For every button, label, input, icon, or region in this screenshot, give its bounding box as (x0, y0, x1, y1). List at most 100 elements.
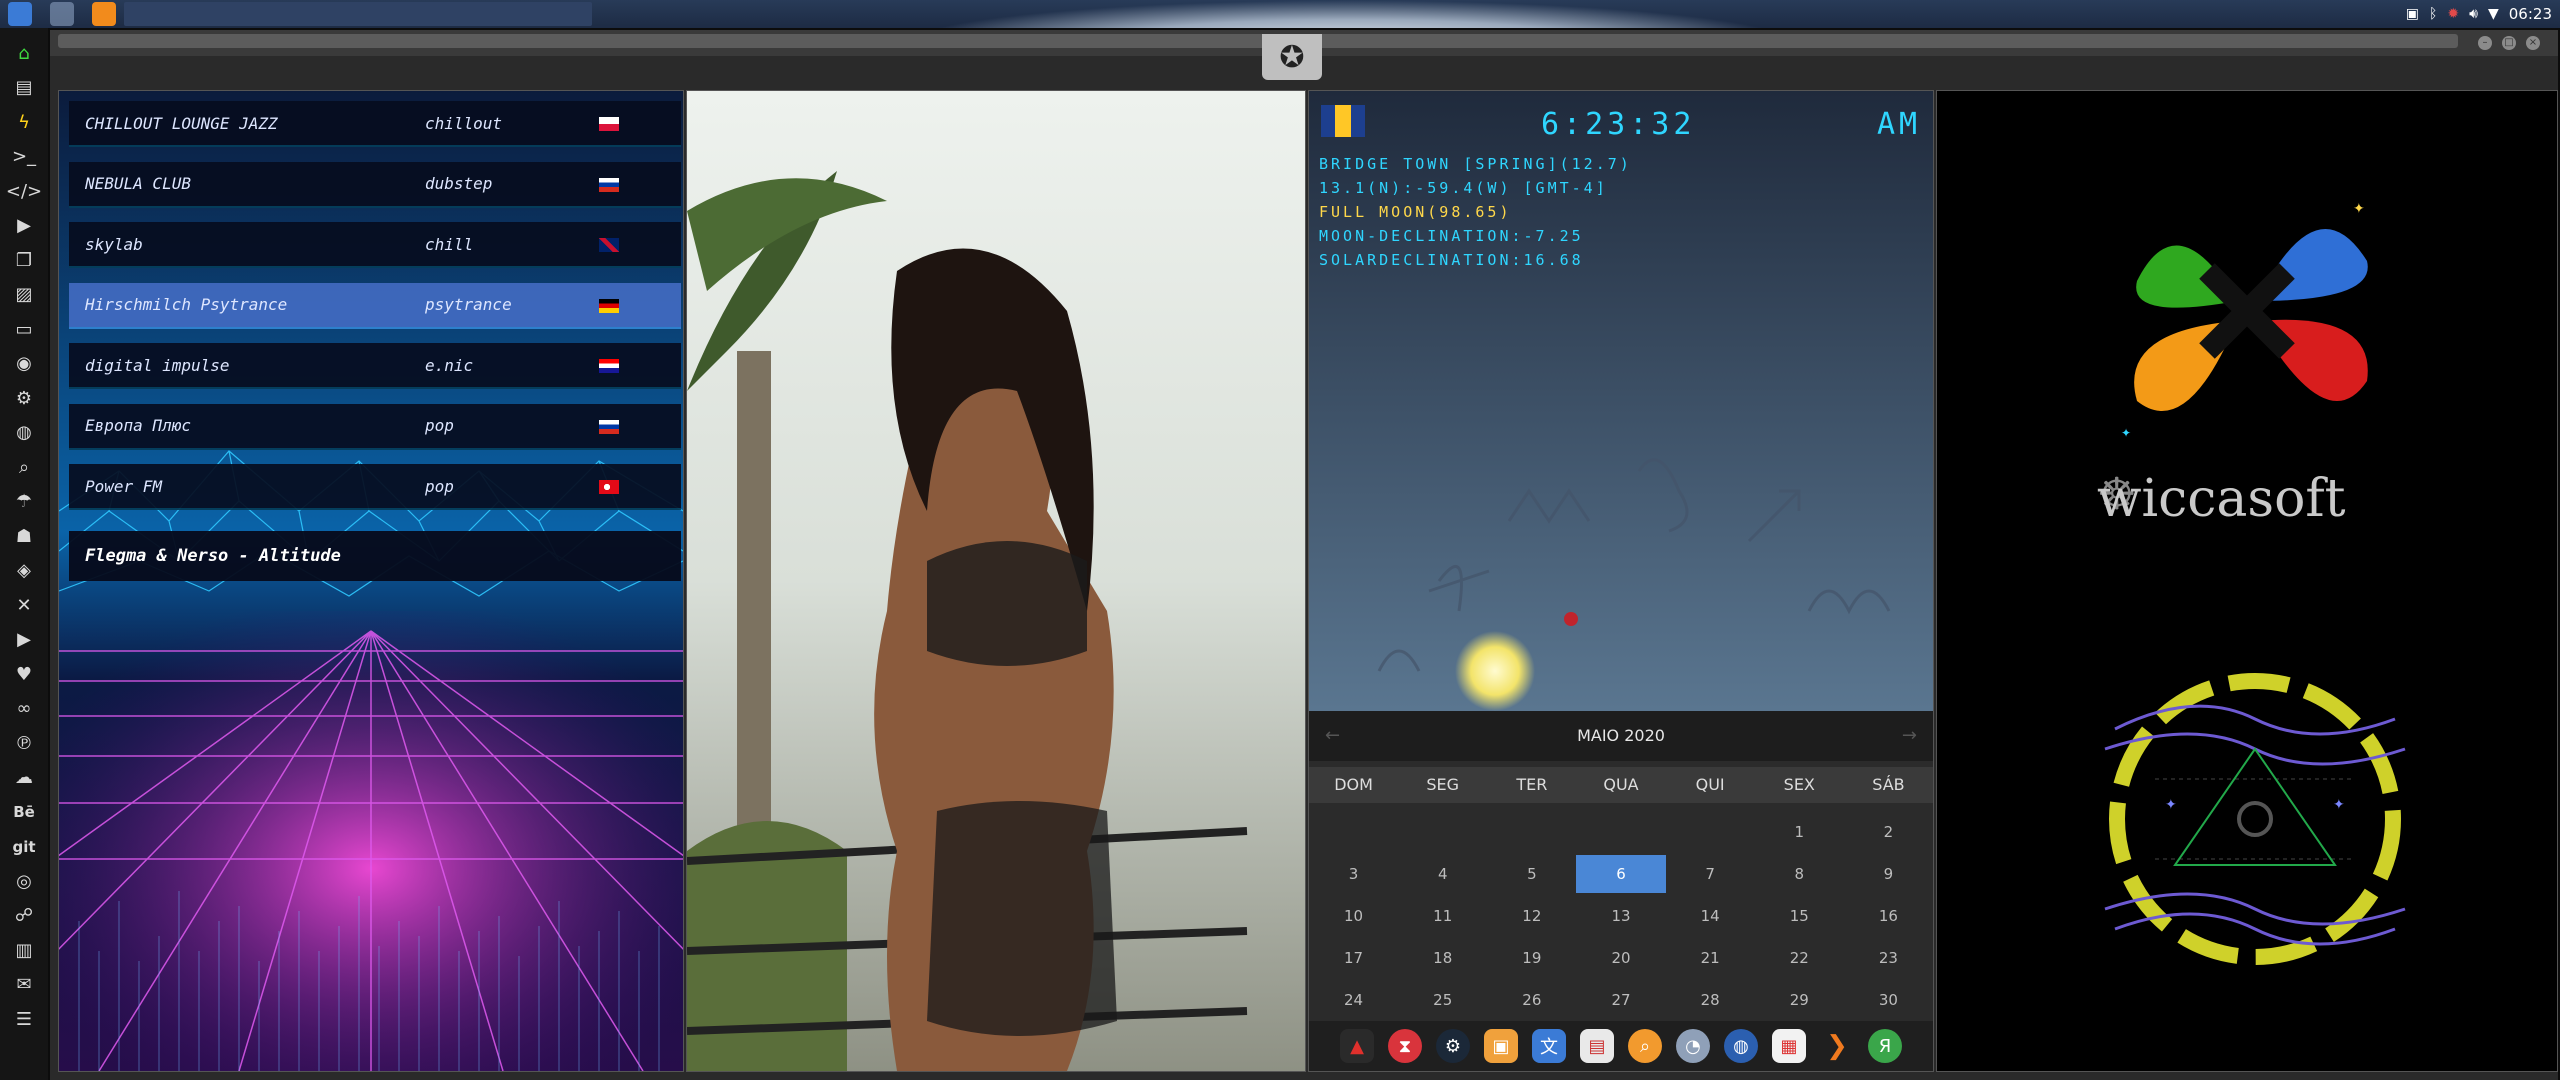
file-icon[interactable]: ▤ (0, 71, 48, 106)
image-icon[interactable]: ▣ (2406, 6, 2419, 22)
calendar-icon[interactable]: ▦ (1772, 1029, 1806, 1063)
acrobat-icon[interactable]: ▲ (1340, 1029, 1374, 1063)
chrome-icon[interactable]: ◉ (0, 347, 48, 382)
youtube-icon[interactable]: ▶ (0, 623, 48, 658)
station-row[interactable]: skylab chill (69, 222, 681, 268)
clock[interactable]: 06:23 (2509, 5, 2552, 23)
infinity-icon[interactable]: ∞ (0, 692, 48, 727)
calendar-day[interactable]: 14 (1666, 895, 1755, 937)
now-playing: Flegma & Nerso - Altitude (69, 531, 681, 581)
station-row[interactable]: NEBULA CLUB dubstep (69, 161, 681, 208)
calendar-day[interactable]: 27 (1576, 979, 1665, 1021)
bluetooth-icon[interactable]: ᛒ (2429, 6, 2437, 22)
taskbar-window-slot[interactable] (124, 2, 592, 26)
group-icon[interactable]: ☍ (0, 899, 48, 934)
code-icon[interactable]: </> (0, 174, 48, 209)
tag-icon[interactable]: ◈ (0, 554, 48, 589)
calendar-day[interactable]: 19 (1487, 937, 1576, 979)
id-card-icon[interactable]: ▭ (0, 312, 48, 347)
sublime-icon[interactable] (92, 2, 116, 26)
cloud-icon[interactable]: ☁ (0, 761, 48, 796)
calendar-day[interactable]: 26 (1487, 979, 1576, 1021)
minimize-icon[interactable]: – (2478, 36, 2492, 50)
calendar-day[interactable]: 3 (1309, 853, 1398, 895)
presentation-icon[interactable]: ▤ (1580, 1029, 1614, 1063)
wifi-icon[interactable]: ▼ (2488, 6, 2499, 22)
search-icon[interactable]: ⌕ (0, 450, 48, 485)
rebel-logo-icon[interactable]: ✪ (1262, 34, 1322, 80)
station-row[interactable]: Европа Плюс pop (69, 403, 681, 450)
calendar-day[interactable]: 18 (1398, 937, 1487, 979)
calendar-day[interactable]: 9 (1844, 853, 1933, 895)
calendar-day[interactable]: 20 (1576, 937, 1665, 979)
translate-icon[interactable]: 文 (1532, 1029, 1566, 1063)
heart-icon[interactable]: ♥ (0, 657, 48, 692)
gear-icon[interactable]: ⚙ (0, 381, 48, 416)
github-icon[interactable]: ◎ (0, 864, 48, 899)
alert-icon[interactable]: ✹ (2447, 6, 2459, 22)
arrow-icon[interactable]: ❯ (1820, 1029, 1854, 1063)
calendar-day[interactable]: 16 (1844, 895, 1933, 937)
calendar-day[interactable]: 1 (1755, 811, 1844, 853)
umbrella-icon[interactable]: ☂ (0, 485, 48, 520)
calendar-day[interactable]: 24 (1309, 979, 1398, 1021)
titlebar-track (58, 34, 2458, 48)
calendar-day[interactable]: 10 (1309, 895, 1398, 937)
prev-month-button[interactable]: ← (1325, 711, 1340, 761)
file-manager-icon[interactable] (8, 2, 32, 26)
map-icon[interactable]: ▥ (0, 933, 48, 968)
behance-icon[interactable]: Bē (0, 795, 48, 830)
hourglass-icon[interactable]: ⧗ (1388, 1029, 1422, 1063)
calendar-day[interactable]: 28 (1666, 979, 1755, 1021)
calendar-day[interactable]: 25 (1398, 979, 1487, 1021)
calendar-day[interactable]: 30 (1844, 979, 1933, 1021)
calendar-day[interactable]: 23 (1844, 937, 1933, 979)
next-month-button[interactable]: → (1902, 711, 1917, 761)
git-icon[interactable]: git (0, 830, 48, 865)
terminal-icon[interactable]: >_ (0, 140, 48, 175)
station-row[interactable]: digital impulse e.nic (69, 343, 681, 389)
station-row[interactable]: CHILLOUT LOUNGE JAZZ chillout (69, 101, 681, 147)
steam-icon[interactable]: ⚙ (1436, 1029, 1470, 1063)
station-row[interactable]: Hirschmilch Psytrance psytrance (69, 282, 681, 329)
clock-icon[interactable]: ◔ (1676, 1029, 1710, 1063)
calendar-day[interactable]: 2 (1844, 811, 1933, 853)
barbados-flag-icon (1321, 105, 1365, 137)
globe-icon[interactable]: ◍ (0, 416, 48, 451)
tools-icon[interactable]: ✕ (0, 588, 48, 623)
photos-icon[interactable]: ▣ (1484, 1029, 1518, 1063)
calendar-day[interactable]: 11 (1398, 895, 1487, 937)
flag-icon (599, 238, 619, 252)
calendar-day[interactable]: 12 (1487, 895, 1576, 937)
search-icon[interactable]: ⌕ (1628, 1029, 1662, 1063)
globe-icon[interactable]: ◍ (1724, 1029, 1758, 1063)
image-icon[interactable]: ▨ (0, 278, 48, 313)
maximize-icon[interactable]: □ (2502, 36, 2516, 50)
calendar-day[interactable]: 4 (1398, 853, 1487, 895)
calendar-day[interactable]: 15 (1755, 895, 1844, 937)
yandex-icon[interactable]: Я (1868, 1029, 1902, 1063)
calendar-day[interactable]: 21 (1666, 937, 1755, 979)
list-icon[interactable]: ☰ (0, 1002, 48, 1037)
home-icon[interactable]: ⌂ (0, 36, 48, 71)
play-icon[interactable]: ▶ (0, 209, 48, 244)
pinterest-icon[interactable]: ℗ (0, 726, 48, 761)
volume-icon[interactable]: 🔊︎ (2469, 6, 2478, 22)
station-genre: chill (425, 234, 474, 254)
calendar-day[interactable]: 13 (1576, 895, 1665, 937)
calendar-day[interactable]: 7 (1666, 853, 1755, 895)
weekday-label: QUA (1603, 775, 1639, 794)
app-icon[interactable] (50, 2, 74, 26)
contacts-icon[interactable]: ☗ (0, 519, 48, 554)
station-row[interactable]: Power FM pop (69, 464, 681, 510)
bolt-icon[interactable]: ϟ (0, 105, 48, 140)
calendar-day[interactable]: 8 (1755, 853, 1844, 895)
mail-icon[interactable]: ✉ (0, 968, 48, 1003)
calendar-day[interactable]: 5 (1487, 853, 1576, 895)
copy-icon[interactable]: ❐ (0, 243, 48, 278)
calendar-day[interactable]: 6 (1576, 855, 1666, 893)
calendar-day[interactable]: 17 (1309, 937, 1398, 979)
close-icon[interactable]: × (2526, 36, 2540, 50)
calendar-day[interactable]: 29 (1755, 979, 1844, 1021)
calendar-day[interactable]: 22 (1755, 937, 1844, 979)
